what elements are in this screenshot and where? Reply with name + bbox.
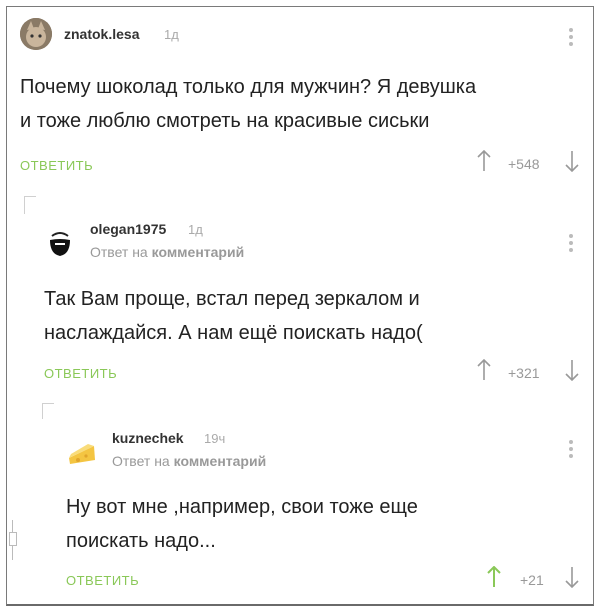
reply-button[interactable]: ОТВЕТИТЬ bbox=[66, 573, 139, 588]
reply-to-label: Ответ на комментарий bbox=[112, 453, 266, 469]
username[interactable]: kuznechek bbox=[112, 430, 184, 446]
downvote-arrow-icon[interactable] bbox=[564, 566, 580, 588]
rating: +21 bbox=[520, 572, 544, 588]
cheese-avatar-icon bbox=[69, 444, 95, 464]
avatar[interactable] bbox=[66, 436, 98, 468]
reply-to-prefix: Ответ на bbox=[112, 453, 170, 469]
comment-text-line: Ну вот мне ,например, свои тоже еще bbox=[66, 496, 418, 518]
timestamp: 19ч bbox=[204, 431, 226, 446]
more-dot-icon bbox=[569, 454, 573, 458]
comment-text-line: поискать надо... bbox=[66, 530, 216, 552]
comment-text: Ну вот мне ,например, свои тоже еще поис… bbox=[66, 490, 418, 558]
reply-to-link[interactable]: комментарий bbox=[174, 453, 267, 469]
upvote-arrow-icon[interactable] bbox=[486, 566, 502, 588]
more-dot-icon bbox=[569, 447, 573, 451]
comment-3: kuznechek 19ч Ответ на комментарий Ну во… bbox=[0, 0, 600, 600]
more-options-button[interactable] bbox=[568, 438, 574, 458]
more-dot-icon bbox=[569, 440, 573, 444]
